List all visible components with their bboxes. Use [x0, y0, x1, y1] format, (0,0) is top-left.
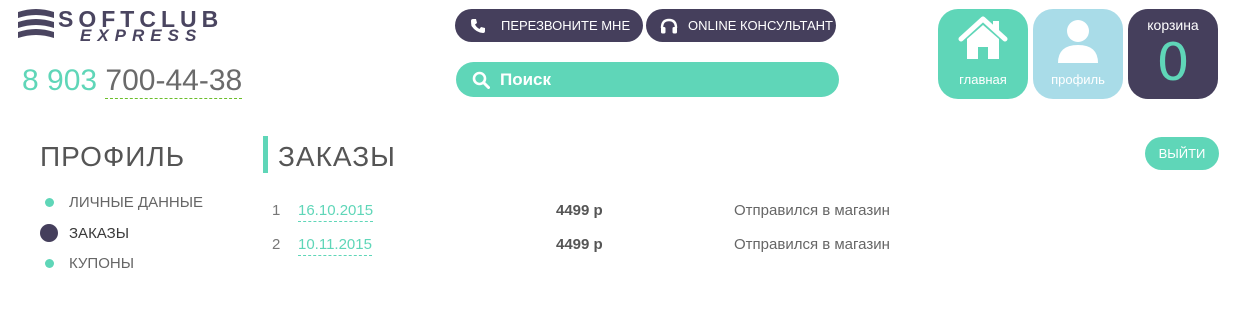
callback-label: ПЕРЕЗВОНИТЕ МНЕ [501, 18, 631, 33]
profile-button[interactable]: профиль [1033, 9, 1123, 99]
bullet-icon [45, 259, 54, 268]
consultant-label: ONLINE КОНСУЛЬТАНТ [688, 18, 833, 33]
sidebar-item-personal-data[interactable]: ЛИЧНЫЕ ДАННЫЕ [40, 194, 203, 211]
cart-button[interactable]: корзина 0 [1128, 9, 1218, 99]
order-row: 1 16.10.2015 4499 р Отправился в магазин [272, 202, 972, 222]
order-price: 4499 р [556, 236, 603, 253]
logout-button[interactable]: ВЫЙТИ [1145, 137, 1219, 170]
home-icon [958, 16, 1008, 59]
phone-digits: 700-44-38 [105, 64, 243, 99]
order-date-link[interactable]: 10.11.2015 [298, 236, 372, 256]
bullet-active-icon [40, 224, 58, 242]
bullet-icon [45, 198, 54, 207]
online-consultant-button[interactable]: ONLINE КОНСУЛЬТАНТ [646, 9, 836, 42]
logo[interactable]: SOFTCLUB EXPRESS [18, 6, 250, 46]
headphones-icon [660, 18, 678, 33]
callback-button[interactable]: ПЕРЕЗВОНИТЕ МНЕ [455, 9, 643, 42]
cart-count: 0 [1156, 33, 1190, 93]
order-row: 2 10.11.2015 4499 р Отправился в магазин [272, 236, 972, 256]
search-bar[interactable]: Поиск [456, 62, 839, 97]
sidebar-item-label: КУПОНЫ [69, 255, 134, 272]
sidebar-item-orders[interactable]: ЗАКАЗЫ [40, 224, 129, 242]
sidebar-item-label: ЛИЧНЫЕ ДАННЫЕ [69, 194, 204, 211]
order-status: Отправился в магазин [734, 202, 890, 219]
order-date-link[interactable]: 16.10.2015 [298, 202, 374, 222]
search-icon [472, 71, 490, 89]
sidebar-title: ПРОФИЛЬ [40, 141, 186, 172]
profile-label: профиль [1051, 72, 1105, 87]
cart-label: корзина [1147, 17, 1199, 33]
logo-text-express: EXPRESS [80, 26, 203, 45]
phone-code: 8 903 [22, 64, 98, 97]
order-status: Отправился в магазин [734, 236, 890, 253]
title-accent-bar [263, 136, 268, 173]
home-label: главная [959, 72, 1007, 87]
search-input[interactable]: Поиск [500, 70, 551, 90]
order-price: 4499 р [556, 202, 603, 219]
home-button[interactable]: главная [938, 9, 1028, 99]
page-title: ЗАКАЗЫ [278, 141, 396, 172]
sidebar-item-label: ЗАКАЗЫ [69, 224, 129, 242]
phone-number[interactable]: 8 903 700-44-38 [22, 64, 243, 99]
order-number: 2 [272, 236, 281, 253]
order-number: 1 [272, 202, 281, 219]
sidebar-item-coupons[interactable]: КУПОНЫ [40, 255, 134, 272]
phone-icon [471, 18, 485, 33]
logo-mark-icon [18, 9, 54, 38]
user-icon [1058, 20, 1098, 63]
